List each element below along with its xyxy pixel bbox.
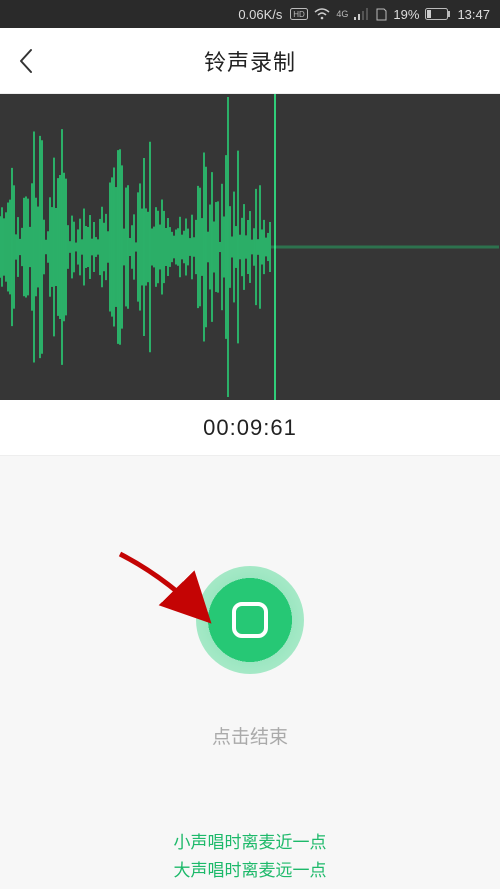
tip-line-1: 小声唱时离麦近一点 [174, 829, 327, 857]
svg-text:HD: HD [294, 10, 306, 19]
app-header: 铃声录制 [0, 28, 500, 94]
page-title: 铃声录制 [0, 45, 500, 77]
hd-icon: HD [290, 8, 308, 20]
sim-icon [376, 8, 387, 21]
net-speed: 0.06K/s [238, 7, 282, 22]
stop-record-button[interactable] [196, 566, 304, 674]
status-bar: 0.06K/s HD 4G 19% 13:47 [0, 0, 500, 28]
waveform-display [0, 94, 500, 400]
stop-label: 点击结束 [212, 722, 288, 749]
timer-bar: 00:09:61 [0, 400, 500, 456]
battery-percent: 19% [393, 7, 419, 22]
battery-icon [425, 8, 451, 20]
control-area: 点击结束 小声唱时离麦近一点 大声唱时离麦远一点 [0, 456, 500, 885]
clock-time: 13:47 [457, 7, 490, 22]
stop-icon [230, 600, 270, 640]
wifi-icon [314, 8, 330, 20]
recording-tips: 小声唱时离麦近一点 大声唱时离麦远一点 [174, 829, 327, 885]
recording-timer: 00:09:61 [203, 415, 297, 441]
signal-icon [354, 8, 370, 20]
network-4g-icon: 4G [336, 9, 348, 19]
back-button[interactable] [18, 48, 34, 74]
tip-line-2: 大声唱时离麦远一点 [174, 857, 327, 885]
